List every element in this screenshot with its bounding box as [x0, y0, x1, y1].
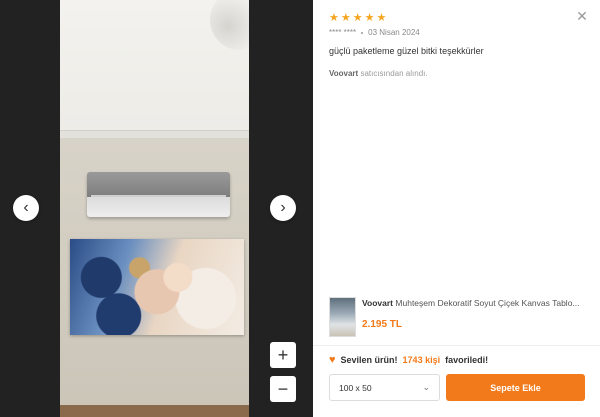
seller-suffix: satıcısından alındı. — [360, 69, 428, 78]
chevron-right-icon: › — [280, 199, 286, 216]
heart-icon: ♥ — [329, 354, 336, 366]
size-select-value: 100 x 50 — [339, 382, 372, 393]
previous-image-button[interactable]: ‹ — [13, 195, 39, 221]
product-title[interactable]: Voovart Muhteşem Dekoratif Soyut Çiçek K… — [362, 298, 591, 308]
seller-name: Voovart — [329, 69, 359, 78]
favorite-info: ♥ Sevilen ürün! 1743 kişi favoriledi! — [329, 354, 488, 366]
image-viewer: ‹ › + − — [0, 0, 313, 417]
star-icon: ★ — [364, 12, 375, 24]
review-panel: ✕ ★ ★ ★ ★ ★ **** **** 03 Nisan 2024 güçl… — [313, 0, 600, 417]
review-image-modal: ‹ › + − ✕ ★ ★ ★ ★ ★ **** **** 03 Nisan 2… — [0, 0, 600, 417]
review-photo — [60, 0, 249, 417]
star-icon: ★ — [376, 12, 387, 24]
star-icon: ★ — [329, 12, 339, 24]
size-select[interactable]: 100 x 50 ⌄ — [329, 374, 440, 401]
review-meta: **** **** 03 Nisan 2024 — [329, 28, 420, 37]
product-card[interactable]: Voovart Muhteşem Dekoratif Soyut Çiçek K… — [329, 297, 591, 339]
favorite-count: 1743 kişi — [402, 355, 441, 365]
review-author: **** **** — [329, 28, 357, 37]
product-brand: Voovart — [362, 298, 394, 308]
favorite-suffix: favoriledi! — [445, 355, 489, 365]
review-comment: güçlü paketleme güzel bitki teşekkürler — [329, 46, 484, 56]
divider — [313, 345, 600, 346]
rating-stars: ★ ★ ★ ★ ★ — [329, 13, 386, 24]
review-date: 03 Nisan 2024 — [368, 28, 420, 37]
close-button[interactable]: ✕ — [575, 9, 589, 23]
add-to-cart-button[interactable]: Sepete Ekle — [446, 374, 585, 401]
close-icon: ✕ — [576, 8, 588, 24]
product-price: 2.195 TL — [362, 319, 403, 330]
star-icon: ★ — [340, 12, 351, 24]
seller-info: Voovart satıcısından alındı. — [329, 69, 428, 78]
chevron-left-icon: ‹ — [23, 199, 29, 216]
star-icon: ★ — [352, 12, 363, 24]
next-image-button[interactable]: › — [270, 195, 296, 221]
minus-icon: − — [277, 378, 289, 399]
product-name: Muhteşem Dekoratif Soyut Çiçek Kanvas Ta… — [395, 298, 580, 308]
favorite-prefix: Sevilen ürün! — [340, 355, 398, 365]
plus-icon: + — [277, 344, 289, 365]
zoom-in-button[interactable]: + — [270, 342, 296, 368]
product-thumbnail[interactable] — [329, 297, 356, 337]
canvas-painting — [70, 239, 244, 335]
chevron-down-icon: ⌄ — [422, 382, 430, 392]
zoom-out-button[interactable]: − — [270, 376, 296, 402]
